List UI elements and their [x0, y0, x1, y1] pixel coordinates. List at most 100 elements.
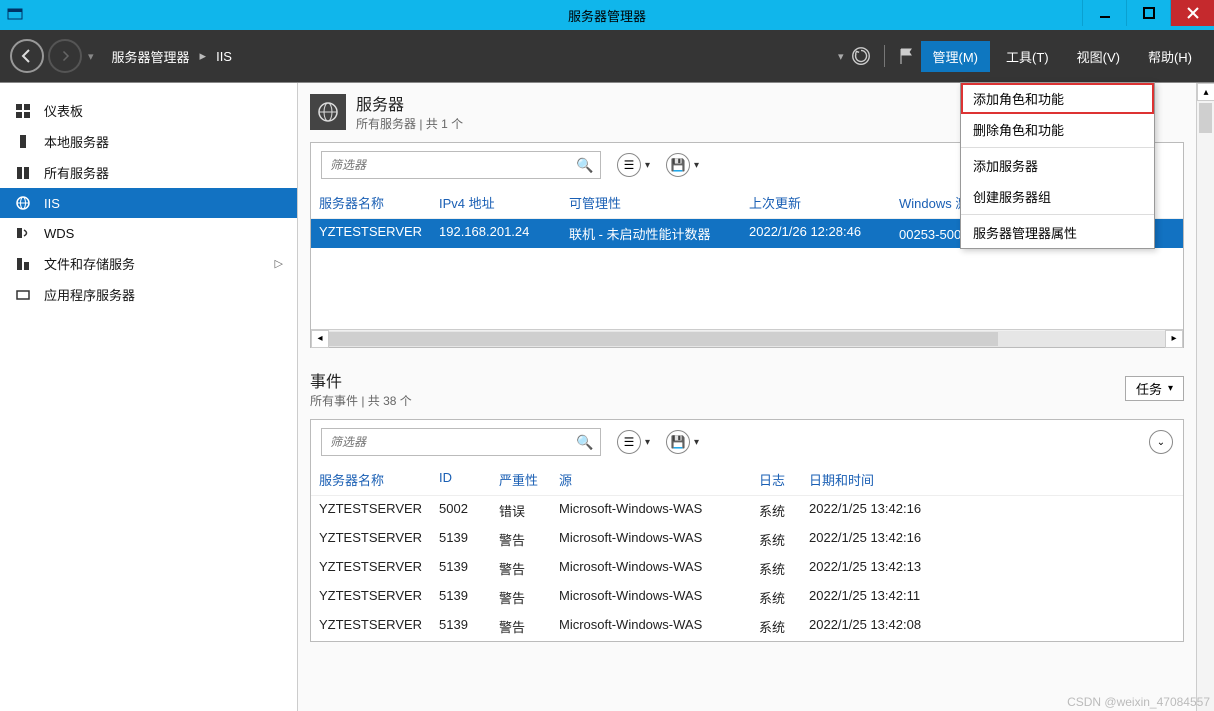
- chevron-right-icon: ▸: [200, 48, 207, 64]
- menu-server-manager-properties[interactable]: 服务器管理器属性: [961, 217, 1154, 248]
- events-grid-header: 服务器名称 ID 严重性 源 日志 日期和时间: [311, 464, 1183, 496]
- event-row[interactable]: YZTESTSERVER5002错误Microsoft-Windows-WAS系…: [311, 496, 1183, 525]
- scroll-right-icon[interactable]: ▸: [1165, 330, 1183, 348]
- scroll-track[interactable]: [329, 331, 1165, 347]
- save-options-button[interactable]: 💾: [666, 153, 690, 177]
- col-severity[interactable]: 严重性: [499, 470, 559, 489]
- tasks-label: 任务: [1136, 379, 1162, 398]
- minimize-button[interactable]: [1082, 0, 1126, 26]
- sidebar-item-local-server[interactable]: 本地服务器: [0, 126, 297, 157]
- scroll-thumb[interactable]: [1199, 103, 1212, 133]
- col-manageability[interactable]: 可管理性: [569, 193, 749, 212]
- search-icon[interactable]: 🔍: [570, 434, 600, 451]
- chevron-down-icon[interactable]: ▾: [694, 437, 699, 448]
- cell-id: 5139: [439, 559, 499, 578]
- search-icon[interactable]: 🔍: [570, 157, 600, 174]
- scroll-up-icon[interactable]: ▴: [1197, 83, 1214, 101]
- sidebar-item-label: 应用程序服务器: [44, 285, 135, 304]
- chevron-down-icon[interactable]: ▾: [645, 437, 650, 448]
- menu-add-server[interactable]: 添加服务器: [961, 150, 1154, 181]
- cell-dt: 2022/1/25 13:42:11: [809, 588, 1175, 607]
- cell-log: 系统: [759, 501, 809, 520]
- col-source[interactable]: 源: [559, 470, 759, 489]
- list-options-button[interactable]: ☰: [617, 153, 641, 177]
- cell-name: YZTESTSERVER: [319, 588, 439, 607]
- events-subtitle: 所有事件 | 共 38 个: [310, 392, 412, 409]
- chevron-down-icon[interactable]: ▾: [694, 160, 699, 171]
- scroll-left-icon[interactable]: ◂: [311, 330, 329, 348]
- sidebar-item-dashboard[interactable]: 仪表板: [0, 95, 297, 126]
- cell-id: 5139: [439, 588, 499, 607]
- chevron-down-icon[interactable]: ▾: [645, 160, 650, 171]
- cell-dt: 2022/1/25 13:42:08: [809, 617, 1175, 636]
- header-chevron-icon[interactable]: ▾: [838, 50, 844, 63]
- cell-last-update: 2022/1/26 12:28:46: [749, 224, 899, 243]
- cell-log: 系统: [759, 588, 809, 607]
- sidebar-item-label: WDS: [44, 226, 74, 241]
- event-row[interactable]: YZTESTSERVER5139警告Microsoft-Windows-WAS系…: [311, 525, 1183, 554]
- cell-sev: 警告: [499, 559, 559, 578]
- tasks-button[interactable]: 任务 ▾: [1125, 376, 1184, 401]
- cell-ipv4: 192.168.201.24: [439, 224, 569, 243]
- expand-button[interactable]: ⌄: [1149, 430, 1173, 454]
- sidebar-item-wds[interactable]: WDS: [0, 218, 297, 248]
- cell-id: 5139: [439, 530, 499, 549]
- cell-src: Microsoft-Windows-WAS: [559, 588, 759, 607]
- app-icon: [6, 6, 24, 24]
- close-button[interactable]: [1170, 0, 1214, 26]
- cell-src: Microsoft-Windows-WAS: [559, 617, 759, 636]
- save-options-button[interactable]: 💾: [666, 430, 690, 454]
- col-server-name[interactable]: 服务器名称: [319, 193, 439, 212]
- col-datetime[interactable]: 日期和时间: [809, 470, 1175, 489]
- events-filter-input[interactable]: [322, 435, 570, 449]
- cell-src: Microsoft-Windows-WAS: [559, 501, 759, 520]
- separator: [884, 45, 885, 67]
- event-row[interactable]: YZTESTSERVER5139警告Microsoft-Windows-WAS系…: [311, 554, 1183, 583]
- menu-remove-roles-features[interactable]: 删除角色和功能: [961, 114, 1154, 145]
- menu-tools[interactable]: 工具(T): [994, 41, 1061, 72]
- cell-sev: 警告: [499, 617, 559, 636]
- menu-create-server-group[interactable]: 创建服务器组: [961, 181, 1154, 212]
- sidebar-item-app-server[interactable]: 应用程序服务器: [0, 279, 297, 310]
- event-row[interactable]: YZTESTSERVER5139警告Microsoft-Windows-WAS系…: [311, 583, 1183, 612]
- cell-name: YZTESTSERVER: [319, 530, 439, 549]
- forward-button[interactable]: [48, 39, 82, 73]
- servers-hscrollbar[interactable]: ◂ ▸: [311, 329, 1183, 347]
- cell-id: 5139: [439, 617, 499, 636]
- scroll-thumb[interactable]: [329, 332, 998, 346]
- appserver-icon: [14, 286, 32, 304]
- col-id[interactable]: ID: [439, 470, 499, 489]
- menu-manage[interactable]: 管理(M): [921, 41, 991, 72]
- back-button[interactable]: [10, 39, 44, 73]
- cell-src: Microsoft-Windows-WAS: [559, 559, 759, 578]
- maximize-button[interactable]: [1126, 0, 1170, 26]
- events-filter: 🔍: [321, 428, 601, 456]
- col-log[interactable]: 日志: [759, 470, 809, 489]
- sidebar-item-iis[interactable]: IIS: [0, 188, 297, 218]
- menu-view[interactable]: 视图(V): [1065, 41, 1132, 72]
- notifications-flag-icon[interactable]: [891, 41, 921, 71]
- files-icon: [14, 255, 32, 273]
- col-last-update[interactable]: 上次更新: [749, 193, 899, 212]
- events-panel: 🔍 ☰ ▾ 💾 ▾ ⌄ 服务器名称 ID 严重性 源 日志: [310, 419, 1184, 642]
- sidebar-item-all-servers[interactable]: 所有服务器: [0, 157, 297, 188]
- header: ▾ 服务器管理器 ▸ IIS ▾ 管理(M) 工具(T) 视图(V) 帮助(H): [0, 30, 1214, 82]
- menu-add-roles-features[interactable]: 添加角色和功能: [961, 83, 1154, 114]
- menu-help[interactable]: 帮助(H): [1136, 41, 1204, 72]
- event-row[interactable]: YZTESTSERVER5139警告Microsoft-Windows-WAS系…: [311, 612, 1183, 641]
- refresh-button[interactable]: [846, 41, 876, 71]
- sidebar-item-label: 文件和存储服务: [44, 254, 135, 273]
- main-vscrollbar[interactable]: ▴: [1196, 83, 1214, 711]
- breadcrumb-root[interactable]: 服务器管理器: [112, 47, 190, 66]
- list-options-button[interactable]: ☰: [617, 430, 641, 454]
- cell-name: YZTESTSERVER: [319, 501, 439, 520]
- menu-separator: [961, 214, 1154, 215]
- servers-filter-input[interactable]: [322, 158, 570, 172]
- col-server-name[interactable]: 服务器名称: [319, 470, 439, 489]
- sidebar-item-files-storage[interactable]: 文件和存储服务 ▷: [0, 248, 297, 279]
- col-ipv4[interactable]: IPv4 地址: [439, 193, 569, 212]
- cell-dt: 2022/1/25 13:42:16: [809, 501, 1175, 520]
- nav-dropdown-icon[interactable]: ▾: [88, 50, 94, 63]
- sidebar-item-label: 仪表板: [44, 101, 83, 120]
- chevron-down-icon: ▾: [1168, 383, 1173, 394]
